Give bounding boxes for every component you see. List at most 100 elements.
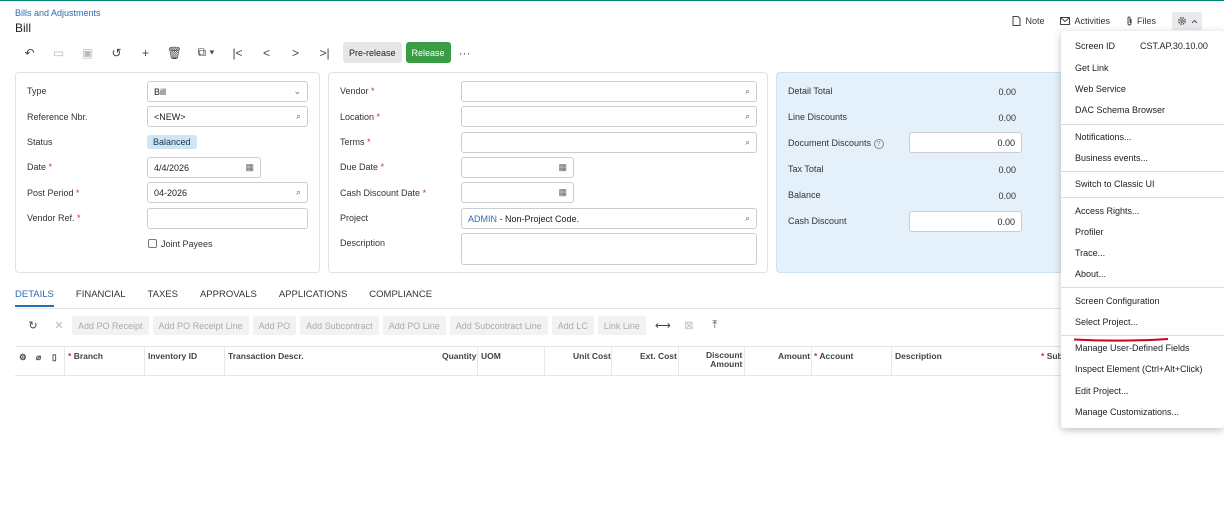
breadcrumb[interactable]: Bills and Adjustments: [15, 8, 101, 18]
files-link[interactable]: Files: [1126, 16, 1156, 26]
joint-payees-checkbox[interactable]: [148, 239, 157, 248]
undo-icon[interactable]: ↶: [15, 43, 44, 63]
terms-field[interactable]: ⌕: [461, 132, 757, 153]
reference-nbr-field[interactable]: <NEW> ⌕: [147, 106, 308, 127]
column-quantity[interactable]: Quantity: [442, 351, 476, 361]
prerelease-button[interactable]: Pre-release: [343, 42, 402, 63]
menu-item-get-link[interactable]: Get Link: [1075, 63, 1109, 73]
menu-item-notifications[interactable]: Notifications...: [1075, 132, 1132, 142]
release-button[interactable]: Release: [405, 42, 451, 63]
next-record-icon[interactable]: >: [281, 43, 310, 63]
vendor-field[interactable]: ⌕: [461, 81, 757, 102]
refresh-icon[interactable]: ↻: [20, 316, 46, 335]
note-link[interactable]: Note: [1012, 16, 1044, 26]
menu-item-profiler[interactable]: Profiler: [1075, 227, 1104, 237]
post-period-field[interactable]: 04-2026 ⌕: [147, 182, 308, 203]
project-description: - Non-Project Code.: [497, 213, 580, 224]
column-sub[interactable]: * Sub: [1041, 351, 1063, 361]
type-select[interactable]: Bill ⌄: [147, 81, 308, 102]
delete-icon[interactable]: 🗑: [160, 43, 189, 63]
menu-item-business-events[interactable]: Business events...: [1075, 153, 1148, 163]
previous-record-icon[interactable]: <: [252, 43, 281, 63]
column-inventory-id[interactable]: Inventory ID: [148, 351, 197, 361]
column-discount-line2: Amount: [710, 359, 743, 369]
last-record-icon[interactable]: >|: [310, 43, 339, 63]
column-unit-cost[interactable]: Unit Cost: [573, 351, 611, 361]
header-links: Note Activities Files: [1012, 12, 1202, 30]
document-discounts-field[interactable]: 0.00: [909, 132, 1022, 153]
tab-compliance[interactable]: COMPLIANCE: [369, 289, 432, 307]
due-date-field[interactable]: ▦: [461, 157, 574, 178]
attachment-column-icon[interactable]: ⌀: [36, 352, 41, 363]
location-label: Location *: [340, 112, 380, 122]
tab-financial[interactable]: FINANCIAL: [76, 289, 126, 307]
terms-label: Terms *: [340, 137, 371, 147]
first-record-icon[interactable]: |<: [223, 43, 252, 63]
column-description[interactable]: Description: [895, 351, 942, 361]
description-textarea[interactable]: [461, 233, 757, 265]
column-ext-cost[interactable]: Ext. Cost: [640, 351, 677, 361]
menu-item-edit-project[interactable]: Edit Project...: [1075, 386, 1129, 396]
menu-item-trace[interactable]: Trace...: [1075, 248, 1105, 258]
search-icon: ⌕: [744, 137, 750, 147]
calendar-icon[interactable]: ▦: [558, 187, 567, 198]
tab-approvals[interactable]: APPROVALS: [200, 289, 257, 307]
fit-columns-icon[interactable]: ⟷: [650, 316, 676, 335]
project-label: Project: [340, 213, 369, 223]
notes-column-icon[interactable]: ▯: [52, 352, 57, 363]
menu-item-dac-schema-browser[interactable]: DAC Schema Browser: [1075, 105, 1165, 115]
required-mark: *: [68, 351, 72, 361]
add-po-line-button: Add PO Line: [382, 316, 446, 335]
document-discounts-value: 0.00: [997, 137, 1015, 148]
column-separator: [744, 347, 745, 375]
column-amount[interactable]: Amount: [778, 351, 810, 361]
settings-column-icon[interactable]: ⚙: [19, 352, 27, 363]
help-icon[interactable]: ?: [873, 139, 884, 149]
column-account[interactable]: * Account: [814, 351, 853, 361]
date-field[interactable]: 4/4/2026 ▦: [147, 157, 261, 178]
project-field[interactable]: ADMIN - Non-Project Code. ⌕: [461, 208, 757, 229]
cancel-icon[interactable]: ↺: [102, 43, 131, 63]
upload-icon[interactable]: ⤒: [702, 316, 728, 335]
menu-item-about[interactable]: About...: [1075, 269, 1106, 279]
menu-item-switch-classic-ui[interactable]: Switch to Classic UI: [1075, 179, 1155, 189]
column-discount-amount[interactable]: Discount Amount: [706, 351, 742, 369]
location-field[interactable]: ⌕: [461, 106, 757, 127]
column-transaction-descr[interactable]: Transaction Descr.: [228, 351, 304, 361]
cash-discount-field[interactable]: 0.00: [909, 211, 1022, 232]
tab-applications[interactable]: APPLICATIONS: [279, 289, 347, 307]
required-mark: *: [367, 137, 371, 147]
menu-item-access-rights[interactable]: Access Rights...: [1075, 206, 1140, 216]
vendor-ref-field[interactable]: [147, 208, 308, 229]
date-label-text: Date: [27, 162, 47, 172]
menu-item-select-project[interactable]: Select Project...: [1075, 317, 1138, 327]
detail-total-value: 0.00: [998, 87, 1016, 97]
more-actions-button[interactable]: ···: [459, 46, 471, 60]
balance-label: Balance: [788, 190, 821, 200]
required-mark: *: [814, 351, 818, 361]
menu-item-manage-customizations[interactable]: Manage Customizations...: [1075, 407, 1179, 417]
menu-item-manage-udf[interactable]: Manage User-Defined Fields: [1075, 343, 1190, 353]
copy-paste-icon[interactable]: ⧉ ▾: [189, 43, 223, 63]
column-separator: [611, 347, 612, 375]
balance-value: 0.00: [998, 191, 1016, 201]
tab-details[interactable]: DETAILS: [15, 289, 54, 307]
column-separator: [64, 347, 65, 375]
column-uom[interactable]: UOM: [481, 351, 501, 361]
tab-taxes[interactable]: TAXES: [148, 289, 178, 307]
menu-item-web-service[interactable]: Web Service: [1075, 84, 1126, 94]
column-branch[interactable]: * Branch: [68, 351, 103, 361]
add-icon[interactable]: +: [131, 43, 160, 63]
activities-link[interactable]: Activities: [1060, 16, 1110, 26]
calendar-icon[interactable]: ▦: [245, 162, 254, 173]
cash-discount-date-field[interactable]: ▦: [461, 182, 574, 203]
tab-divider: [15, 308, 1061, 309]
tax-total-label: Tax Total: [788, 164, 824, 174]
chevron-up-icon: [1191, 19, 1197, 23]
menu-item-inspect-element[interactable]: Inspect Element (Ctrl+Alt+Click): [1075, 364, 1203, 374]
menu-item-screen-configuration[interactable]: Screen Configuration: [1075, 296, 1160, 306]
calendar-icon[interactable]: ▦: [558, 162, 567, 173]
settings-button[interactable]: [1172, 12, 1202, 30]
location-label-text: Location: [340, 112, 375, 122]
project-code-link[interactable]: ADMIN: [468, 214, 497, 224]
